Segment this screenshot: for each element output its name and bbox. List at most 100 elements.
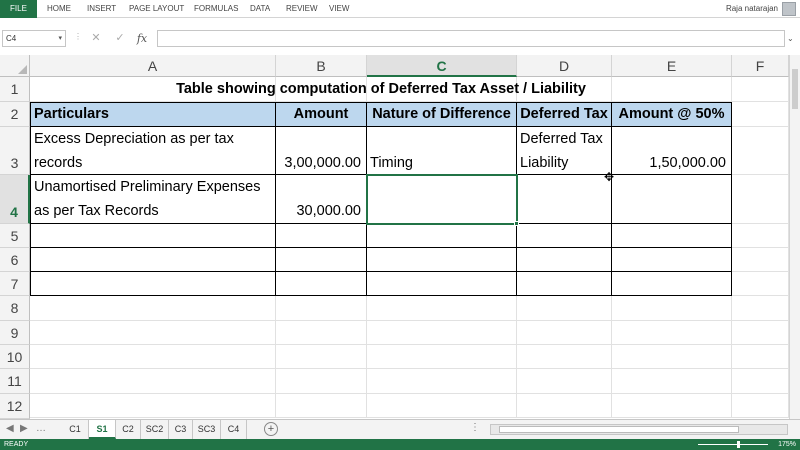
vertical-scrollbar[interactable] — [789, 55, 800, 419]
horizontal-scrollbar-thumb[interactable] — [499, 426, 739, 433]
ribbon-menu-bar: FILE HOME INSERT PAGE LAYOUT FORMULAS DA… — [0, 0, 800, 18]
chevron-down-icon[interactable]: ▾ — [58, 31, 62, 46]
cell-d3-line1: Deferred Tax — [520, 131, 603, 147]
active-cell-selection — [366, 174, 518, 225]
column-header-d[interactable]: D — [517, 55, 612, 77]
sheet-tab-c4[interactable]: C4 — [221, 420, 247, 439]
row-header-2[interactable]: 2 — [0, 102, 30, 127]
row-header-1[interactable]: 1 — [0, 77, 30, 102]
header-particulars[interactable]: Particulars — [30, 102, 276, 127]
user-name[interactable]: Raja natarajan — [726, 0, 778, 18]
cell-d3[interactable]: Deferred Tax Liability — [517, 127, 612, 175]
row-header-4[interactable]: 4 — [0, 175, 30, 224]
horizontal-scrollbar[interactable] — [490, 424, 788, 435]
column-header-b[interactable]: B — [276, 55, 367, 77]
zoom-level[interactable]: 175% — [778, 439, 796, 450]
cell-e4[interactable] — [612, 175, 732, 224]
cell-c7[interactable] — [367, 272, 517, 296]
tab-formulas[interactable]: FORMULAS — [194, 0, 238, 18]
cell-d6[interactable] — [517, 248, 612, 272]
table-title[interactable]: Table showing computation of Deferred Ta… — [30, 77, 732, 102]
column-header-e[interactable]: E — [612, 55, 732, 77]
row-header-9[interactable]: 9 — [0, 321, 30, 345]
more-sheets-icon[interactable]: … — [36, 423, 46, 434]
column-header-f[interactable]: F — [732, 55, 789, 77]
cell-b3-value: 3,00,000.00 — [284, 155, 361, 171]
cell-a6[interactable] — [30, 248, 276, 272]
cell-c3-value: Timing — [370, 155, 413, 171]
vertical-scrollbar-thumb[interactable] — [792, 69, 798, 109]
cell-e7[interactable] — [612, 272, 732, 296]
cell-d7[interactable] — [517, 272, 612, 296]
header-deferred-tax[interactable]: Deferred Tax — [517, 102, 612, 127]
row-header-3[interactable]: 3 — [0, 127, 30, 175]
avatar[interactable] — [782, 2, 796, 16]
cell-b3[interactable]: 3,00,000.00 — [276, 127, 367, 175]
cell-a7[interactable] — [30, 272, 276, 296]
tab-review[interactable]: REVIEW — [286, 0, 318, 18]
cell-e3[interactable]: 1,50,000.00 — [612, 127, 732, 175]
tab-data[interactable]: DATA — [250, 0, 270, 18]
next-sheet-icon[interactable]: ▶ — [20, 423, 28, 434]
cell-c6[interactable] — [367, 248, 517, 272]
cell-b4[interactable]: 30,000.00 — [276, 175, 367, 224]
insert-function-icon[interactable]: fx — [134, 30, 150, 47]
row-header-8[interactable]: 8 — [0, 296, 30, 321]
row-header-11[interactable]: 11 — [0, 369, 30, 394]
cell-a5[interactable] — [30, 224, 276, 248]
header-amount[interactable]: Amount — [276, 102, 367, 127]
row-header-10[interactable]: 10 — [0, 345, 30, 369]
status-bar: READY 175% — [0, 439, 800, 450]
name-box[interactable]: C4 ▾ — [2, 30, 66, 47]
cell-a3-line1: Excess Depreciation as per tax — [34, 131, 234, 147]
cell-e6[interactable] — [612, 248, 732, 272]
name-box-value: C4 — [6, 34, 17, 43]
sheet-tab-bar: ◀ ▶ … C1 S1 C2 SC2 C3 SC3 C4 + ⋮ — [0, 419, 800, 439]
fill-handle[interactable] — [514, 221, 519, 226]
cell-c5[interactable] — [367, 224, 517, 248]
select-all-corner[interactable] — [0, 55, 30, 77]
sheet-tab-c3[interactable]: C3 — [169, 420, 193, 439]
cell-b7[interactable] — [276, 272, 367, 296]
cell-a3[interactable]: Excess Depreciation as per tax records — [30, 127, 276, 175]
tab-insert[interactable]: INSERT — [87, 0, 116, 18]
header-nature-of-difference[interactable]: Nature of Difference — [367, 102, 517, 127]
cell-b5[interactable] — [276, 224, 367, 248]
file-tab[interactable]: FILE — [0, 0, 37, 18]
column-header-c[interactable]: C — [367, 55, 517, 77]
row-header-12[interactable]: 12 — [0, 394, 30, 419]
add-sheet-icon[interactable]: + — [264, 422, 278, 436]
header-amount-50[interactable]: Amount @ 50% — [612, 102, 732, 127]
sheet-tab-sc3[interactable]: SC3 — [193, 420, 221, 439]
tab-page-layout[interactable]: PAGE LAYOUT — [129, 0, 184, 18]
sheet-tab-s1[interactable]: S1 — [89, 420, 116, 439]
sheet-tab-c2[interactable]: C2 — [116, 420, 141, 439]
cell-b6[interactable] — [276, 248, 367, 272]
tab-view[interactable]: VIEW — [329, 0, 349, 18]
cell-d4[interactable] — [517, 175, 612, 224]
zoom-slider-knob[interactable] — [737, 441, 740, 448]
zoom-slider[interactable] — [698, 444, 768, 445]
cell-e5[interactable] — [612, 224, 732, 248]
expand-formula-bar-icon[interactable]: ⌄ — [787, 30, 799, 47]
enter-icon[interactable]: ✓ — [112, 30, 128, 47]
formula-input[interactable] — [157, 30, 785, 47]
sheet-tab-c1[interactable]: C1 — [62, 420, 89, 439]
tab-splitter-icon[interactable]: ⋮ — [470, 422, 480, 433]
tab-home[interactable]: HOME — [47, 0, 71, 18]
cell-a3-line2: records — [34, 155, 83, 171]
sheet-tab-sc2[interactable]: SC2 — [141, 420, 169, 439]
cancel-icon[interactable]: ✕ — [88, 30, 104, 47]
row-header-6[interactable]: 6 — [0, 248, 30, 272]
cell-a4-line1: Unamortised Preliminary Expenses — [34, 179, 261, 195]
cell-a4[interactable]: Unamortised Preliminary Expenses as per … — [30, 175, 276, 224]
cell-c3[interactable]: Timing — [367, 127, 517, 175]
column-header-a[interactable]: A — [30, 55, 276, 77]
cell-d5[interactable] — [517, 224, 612, 248]
select-all-triangle-icon — [18, 65, 27, 74]
mouse-cursor-icon: ✥ — [604, 170, 615, 184]
cell-a4-line2: as per Tax Records — [34, 203, 159, 219]
prev-sheet-icon[interactable]: ◀ — [6, 423, 14, 434]
row-header-7[interactable]: 7 — [0, 272, 30, 296]
row-header-5[interactable]: 5 — [0, 224, 30, 248]
